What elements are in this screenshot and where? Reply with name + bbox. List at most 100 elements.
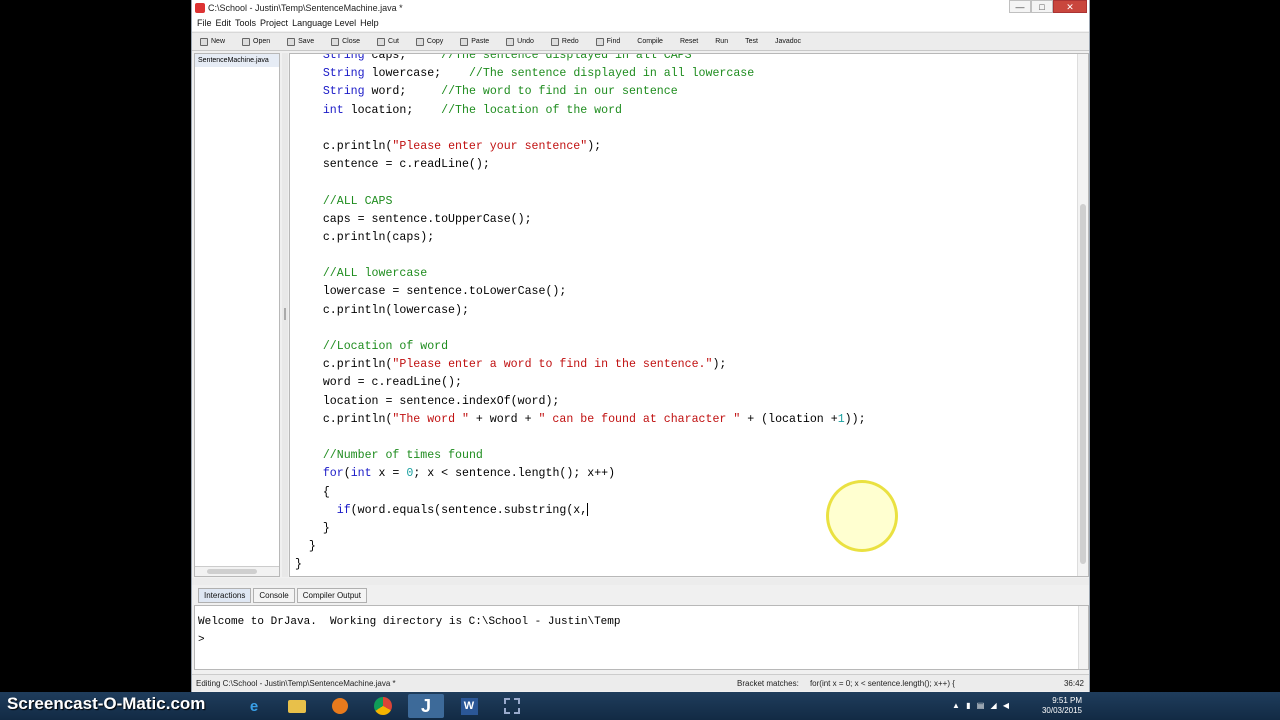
toolbar-label: Open <box>253 38 271 45</box>
code-line[interactable]: if(word.equals(sentence.substring(x, <box>295 502 866 520</box>
code-line[interactable]: c.println(caps); <box>295 229 866 247</box>
code-line[interactable]: sentence = c.readLine(); <box>295 156 866 174</box>
scrollbar-thumb[interactable] <box>207 569 257 574</box>
internet-explorer-icon[interactable]: e <box>236 694 272 718</box>
code-line[interactable]: c.println(lowercase); <box>295 302 866 320</box>
new-file-icon <box>200 37 208 46</box>
reset-button[interactable]: Reset <box>680 38 698 45</box>
menu-file[interactable]: File <box>197 18 212 28</box>
menu-tools[interactable]: Tools <box>235 18 256 28</box>
code-line[interactable] <box>295 429 866 447</box>
redo-icon <box>550 37 559 46</box>
code-token: } <box>295 540 316 554</box>
code-line[interactable]: lowercase = sentence.toLowerCase(); <box>295 283 866 301</box>
code-editor[interactable]: String caps; //The sentence displayed in… <box>289 53 1089 577</box>
open-button[interactable]: Open <box>242 37 271 46</box>
code-line[interactable] <box>295 174 866 192</box>
interactions-text[interactable]: Welcome to DrJava. Working directory is … <box>198 613 620 649</box>
snipping-tool-icon[interactable] <box>494 694 530 718</box>
javadoc-button[interactable]: Javadoc <box>775 38 801 45</box>
find-button[interactable]: Find <box>595 37 620 46</box>
code-line[interactable]: word = c.readLine(); <box>295 374 866 392</box>
tab-compiler-output[interactable]: Compiler Output <box>296 588 367 603</box>
code-line[interactable]: } <box>295 556 866 574</box>
file-explorer-icon[interactable] <box>279 694 315 718</box>
code-line[interactable]: int location; //The location of the word <box>295 102 866 120</box>
close-button[interactable]: Close <box>331 37 360 46</box>
menu-language-level[interactable]: Language Level <box>292 18 356 28</box>
code-token: "The word " <box>392 412 469 426</box>
menu-help[interactable]: Help <box>360 18 379 28</box>
maximize-button[interactable]: □ <box>1031 0 1053 13</box>
test-button[interactable]: Test <box>745 38 758 45</box>
minimize-button[interactable]: — <box>1009 0 1031 13</box>
toolbar-label: Compile <box>637 38 663 45</box>
copy-button[interactable]: Copy <box>415 37 444 46</box>
drjava-icon[interactable]: J <box>408 694 444 718</box>
title-bar[interactable]: C:\School - Justin\Temp\SentenceMachine.… <box>192 0 1089 15</box>
interactions-scrollbar[interactable] <box>1078 606 1088 669</box>
code-line[interactable]: //ALL lowercase <box>295 265 866 283</box>
drjava-app-icon <box>195 2 205 13</box>
vertical-splitter[interactable] <box>282 53 288 577</box>
paste-button[interactable]: Paste <box>460 37 490 46</box>
scrollbar-thumb[interactable] <box>1080 204 1086 564</box>
tray-icons[interactable]: ▲ ▮ ▤ ◢ ◀ <box>952 701 1011 710</box>
code-token: //ALL CAPS <box>322 194 393 208</box>
code-line[interactable]: //Number of times found <box>295 447 866 465</box>
cut-icon <box>377 37 386 46</box>
toolbar-label: Cut <box>388 38 399 45</box>
new-button[interactable]: New <box>200 37 225 46</box>
undo-button[interactable]: Undo <box>506 37 534 46</box>
interactions-pane[interactable]: Welcome to DrJava. Working directory is … <box>194 605 1089 670</box>
tab-console[interactable]: Console <box>253 588 295 603</box>
word-icon[interactable]: W <box>451 694 487 718</box>
code-line[interactable]: caps = sentence.toUpperCase(); <box>295 211 866 229</box>
code-line[interactable] <box>295 247 866 265</box>
menu-edit[interactable]: Edit <box>216 18 232 28</box>
media-player-icon[interactable] <box>322 694 358 718</box>
code-line[interactable]: for(int x = 0; x < sentence.length(); x+… <box>295 465 866 483</box>
file-list-scrollbar[interactable] <box>195 566 279 576</box>
code-line[interactable]: location = sentence.indexOf(word); <box>295 393 866 411</box>
code-text[interactable]: String caps; //The sentence displayed in… <box>295 54 866 574</box>
code-token: int <box>350 467 372 481</box>
file-item-sentencemachine[interactable]: SentenceMachine.java <box>195 54 279 67</box>
run-button[interactable]: Run <box>715 38 728 45</box>
code-token: //The sentence displayed in all lowercas… <box>468 67 755 81</box>
cut-button[interactable]: Cut <box>377 37 399 46</box>
code-line[interactable]: { <box>295 484 866 502</box>
code-line[interactable]: c.println("Please enter your sentence"); <box>295 138 866 156</box>
code-line[interactable]: String caps; //The sentence displayed in… <box>295 54 866 65</box>
interactions-prompt[interactable]: > <box>198 631 620 649</box>
menu-bar: File Edit Tools Project Language Level Help <box>192 15 1089 31</box>
chrome-icon[interactable] <box>365 694 401 718</box>
code-line[interactable] <box>295 320 866 338</box>
code-line[interactable]: //ALL CAPS <box>295 193 866 211</box>
taskbar-clock[interactable]: 9:51 PM 30/03/2015 <box>1042 696 1082 716</box>
menu-project[interactable]: Project <box>260 18 288 28</box>
code-token: location = sentence.indexOf(word); <box>295 394 560 408</box>
code-line[interactable]: String lowercase; //The sentence display… <box>295 65 866 83</box>
code-line[interactable]: } <box>295 538 866 556</box>
toolbar-label: Copy <box>426 38 444 45</box>
compile-button[interactable]: Compile <box>637 38 663 45</box>
code-line[interactable]: } <box>295 520 866 538</box>
code-token: c.println(lowercase); <box>295 303 469 317</box>
code-token: )); <box>844 412 866 426</box>
tab-interactions[interactable]: Interactions <box>198 588 252 603</box>
save-button[interactable]: Save <box>287 37 314 46</box>
code-line[interactable]: //Location of word <box>295 338 866 356</box>
code-line[interactable] <box>295 120 866 138</box>
toolbar-label: Paste <box>471 38 490 45</box>
redo-button[interactable]: Redo <box>550 37 579 46</box>
code-line[interactable]: String word; //The word to find in our s… <box>295 83 866 101</box>
close-window-button[interactable]: ✕ <box>1053 0 1087 13</box>
status-bar: Editing C:\School - Justin\Temp\Sentence… <box>192 674 1089 691</box>
code-line[interactable]: c.println("The word " + word + " can be … <box>295 411 866 429</box>
horizontal-splitter[interactable] <box>192 578 1089 585</box>
code-line[interactable]: c.println("Please enter a word to find i… <box>295 356 866 374</box>
editor-scrollbar[interactable] <box>1077 54 1088 576</box>
